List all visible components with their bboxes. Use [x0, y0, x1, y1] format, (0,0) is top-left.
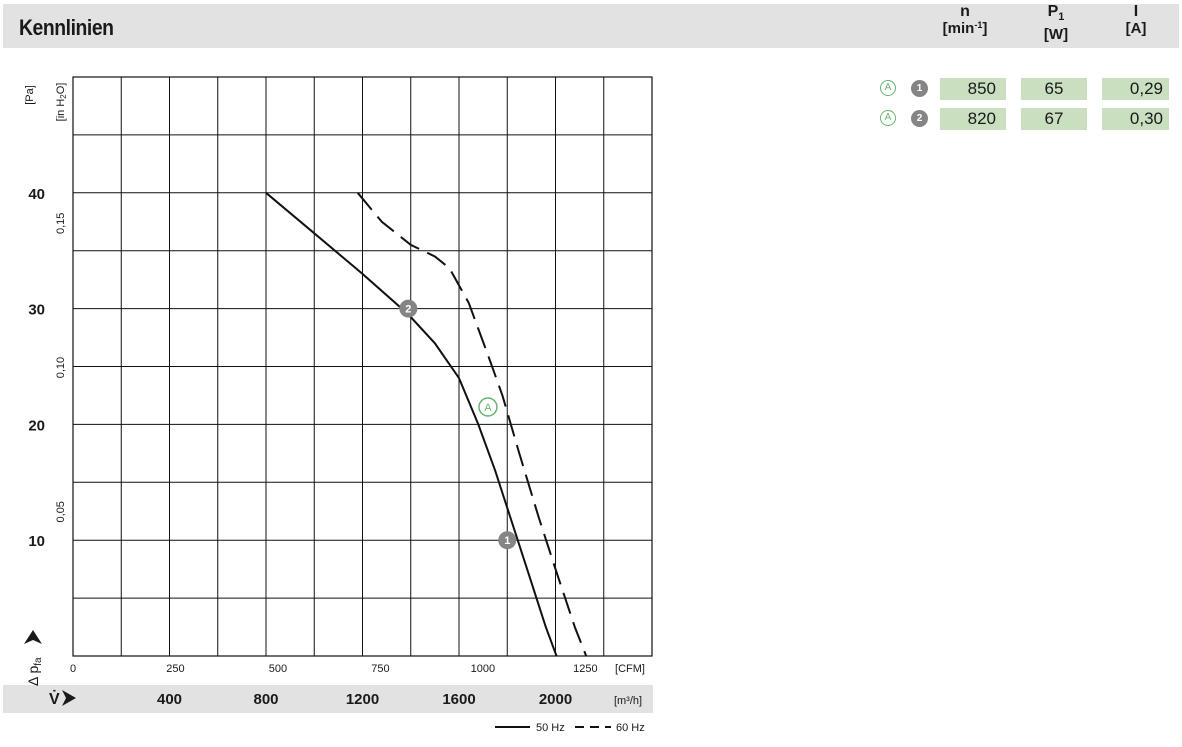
x-axis-symbol: V̇ [49, 690, 60, 708]
legend-label-60hz: 60 Hz [616, 722, 645, 734]
x-tick-label-cfm: 750 [371, 663, 389, 675]
x-tick-label-cfm: 500 [269, 663, 287, 675]
x-tick-label-m3h: 400 [157, 691, 182, 708]
y-axis-arrow-icon [24, 630, 42, 644]
x-tick-label-cfm: 1000 [471, 663, 495, 675]
y-tick-label-pa: 10 [28, 533, 45, 550]
y-tick-label-inh2o: 0,05 [55, 501, 67, 522]
x-tick-label-m3h: 800 [253, 691, 278, 708]
x-tick-label-cfm: 0 [70, 663, 76, 675]
curve-annotation-label: A [484, 402, 492, 414]
x-tick-label-m3h: 1600 [442, 691, 475, 708]
x-tick-label-m3h: 1200 [346, 691, 379, 708]
y-unit-label-inh2o: [in H2O] [55, 83, 68, 122]
operating-point-label: 2 [405, 304, 411, 316]
y-tick-label-pa: 30 [28, 302, 45, 319]
unit-part: O] [55, 83, 67, 95]
characteristic-curves-chart: 400 800 1200 1600 2000 [m³/h]0 250 500 750 1000 12… [3, 76, 653, 734]
x-unit-label-cfm: [CFM] [615, 663, 645, 675]
unit-part: [in H [55, 99, 67, 122]
y-tick-label-pa: 20 [28, 417, 45, 434]
y-tick-label-inh2o: 0,15 [55, 213, 67, 234]
symbol-subscript: fa [33, 657, 44, 666]
x-tick-label-cfm: 1250 [573, 663, 597, 675]
y-axis-symbol: Δ pfa [25, 657, 44, 686]
legend-label-50hz: 50 Hz [536, 722, 565, 734]
y-tick-label-pa: 40 [28, 186, 45, 203]
x-tick-label-cfm: 250 [166, 663, 184, 675]
y-unit-label-pa: [Pa] [24, 85, 36, 105]
operating-point-label: 1 [504, 535, 510, 547]
x-unit-label-m3h: [m³/h] [614, 695, 642, 707]
x-tick-label-m3h: 2000 [539, 691, 572, 708]
symbol-part: Δ p [25, 666, 41, 686]
y-tick-label-inh2o: 0,10 [55, 357, 67, 378]
